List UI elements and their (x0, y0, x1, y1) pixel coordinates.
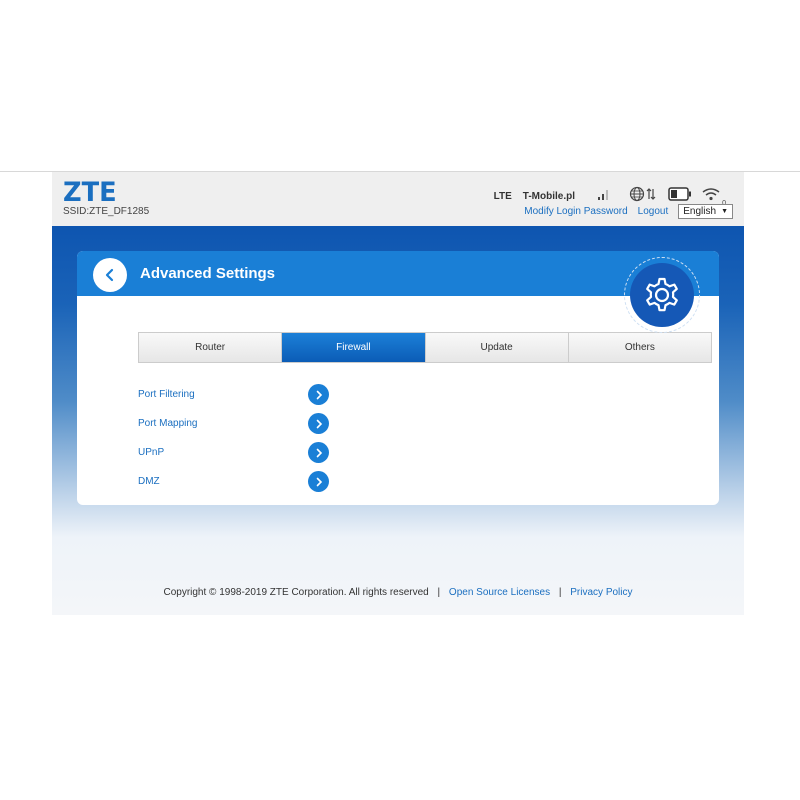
chevron-right-icon (316, 419, 322, 428)
advanced-settings-card: Advanced Settings Router Firewall Update… (77, 251, 719, 505)
list-item-port-filtering: Port Filtering (138, 380, 329, 409)
footer-separator: | (558, 587, 562, 598)
chevron-right-icon (316, 390, 322, 399)
upnp-go-button[interactable] (308, 442, 329, 463)
list-item-dmz: DMZ (138, 467, 329, 496)
open-source-licenses-link[interactable]: Open Source Licenses (449, 587, 550, 598)
ssid-label: SSID:ZTE_DF1285 (63, 206, 150, 217)
settings-tabs: Router Firewall Update Others (138, 332, 712, 363)
header-links: Modify Login Password Logout English ▼ (514, 204, 733, 219)
logout-link[interactable]: Logout (638, 206, 669, 217)
dmz-link[interactable]: DMZ (138, 476, 308, 487)
tab-others[interactable]: Others (568, 333, 711, 362)
modify-password-link[interactable]: Modify Login Password (524, 206, 627, 217)
language-select[interactable]: English ▼ (678, 204, 733, 219)
list-item-port-mapping: Port Mapping (138, 409, 329, 438)
back-arrow-icon (105, 268, 114, 282)
copyright-text: Copyright © 1998-2019 ZTE Corporation. A… (163, 587, 429, 598)
signal-icon (597, 188, 611, 206)
footer: Copyright © 1998-2019 ZTE Corporation. A… (52, 587, 744, 598)
port-filtering-link[interactable]: Port Filtering (138, 389, 308, 400)
carrier-name: T-Mobile.pl (522, 191, 575, 202)
tab-update[interactable]: Update (425, 333, 569, 362)
gear-icon (630, 263, 694, 327)
card-header: Advanced Settings (77, 251, 719, 296)
chevron-right-icon (316, 448, 322, 457)
footer-separator: | (437, 587, 441, 598)
list-item-upnp: UPnP (138, 438, 329, 467)
firewall-options-list: Port Filtering Port Mapping UPnP DMZ (138, 380, 329, 496)
zte-logo: ZTE (63, 177, 117, 208)
dmz-go-button[interactable] (308, 471, 329, 492)
chevron-right-icon (316, 477, 322, 486)
settings-badge (624, 257, 700, 333)
tab-firewall[interactable]: Firewall (282, 333, 426, 362)
network-type: LTE (493, 191, 512, 202)
tab-router[interactable]: Router (139, 333, 283, 362)
page-title: Advanced Settings (140, 265, 276, 282)
header: ZTE SSID:ZTE_DF1285 LTE T-Mobile.pl 0 Mo… (52, 172, 744, 226)
upnp-link[interactable]: UPnP (138, 447, 308, 458)
port-mapping-go-button[interactable] (308, 413, 329, 434)
router-admin-app: ZTE SSID:ZTE_DF1285 LTE T-Mobile.pl 0 Mo… (52, 172, 744, 615)
language-value: English (683, 206, 717, 217)
back-button[interactable] (93, 258, 127, 292)
port-mapping-link[interactable]: Port Mapping (138, 418, 308, 429)
privacy-policy-link[interactable]: Privacy Policy (570, 587, 632, 598)
port-filtering-go-button[interactable] (308, 384, 329, 405)
chevron-down-icon: ▼ (721, 208, 728, 215)
